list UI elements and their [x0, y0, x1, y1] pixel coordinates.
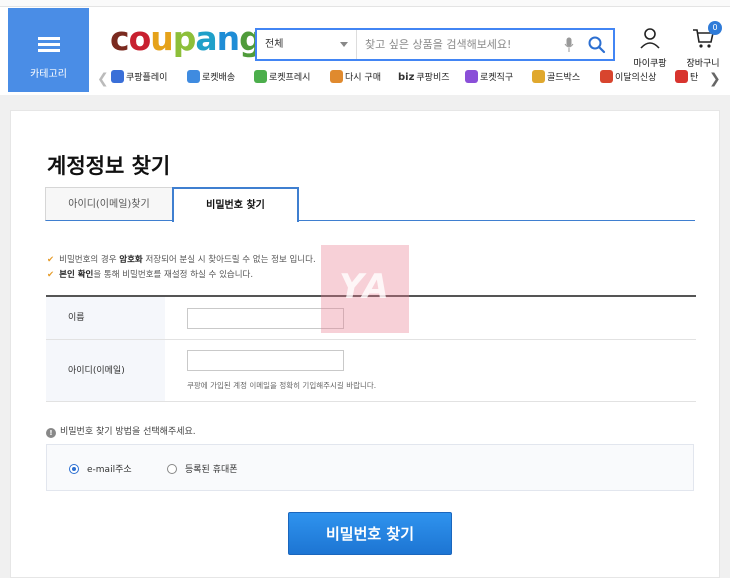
top-utility-bar [0, 0, 730, 7]
category-menu-button[interactable]: 카테고리 [8, 8, 89, 92]
quicklink-label: 탄 [690, 73, 699, 83]
percent-icon [675, 70, 688, 83]
quicklink-label: 로켓직구 [480, 73, 514, 83]
method-options: e-mail주소 등록된 휴대폰 [46, 444, 694, 491]
quicklink-item[interactable]: 탄 [675, 70, 698, 83]
name-field-label: 이름 [46, 297, 165, 339]
rocket-fresh-icon [254, 70, 267, 83]
logo-letter: o [128, 19, 152, 58]
notice-emphasis: 암호화 [119, 255, 143, 265]
radio-selected-icon [69, 464, 79, 474]
hamburger-icon [38, 37, 60, 52]
radio-email-label: e-mail주소 [87, 465, 132, 475]
quicklink-label: 쿠팡플레이 [126, 73, 168, 83]
watermark-text: YA [339, 267, 391, 307]
quicklink-label: 로켓프레시 [269, 73, 311, 83]
check-icon: ✔ [47, 270, 55, 280]
page-title: 계정정보 찾기 [47, 154, 171, 178]
watermark-stamp: YA [321, 245, 409, 333]
rocket-icon [187, 70, 200, 83]
check-icon: ✔ [47, 255, 55, 265]
quicklink-item[interactable]: 골드박스 [532, 70, 580, 83]
quicklink-label: 골드박스 [547, 73, 581, 83]
quicklink-item[interactable]: biz 쿠팡비즈 [398, 70, 450, 83]
search-input[interactable] [365, 30, 555, 59]
notice-emphasis: 본인 확인 [59, 270, 94, 280]
mycoupang-link[interactable]: 마이쿠팡 [630, 27, 670, 69]
logo-letter: u [150, 19, 173, 58]
notice-text: 을 통해 비밀번호를 재설정 하실 수 있습니다. [93, 270, 254, 280]
find-password-button[interactable]: 비밀번호 찾기 [288, 512, 452, 555]
quicklink-item[interactable]: 다시 구매 [330, 70, 381, 83]
microphone-icon[interactable] [564, 37, 574, 53]
chevron-right-icon[interactable]: ❯ [709, 71, 721, 87]
quicklink-label: 로켓배송 [202, 73, 236, 83]
search-category-select[interactable]: 전체 [257, 30, 357, 59]
house-icon [330, 70, 343, 83]
chevron-down-icon [340, 42, 348, 47]
quicklink-item[interactable]: 로켓직구 [465, 70, 513, 83]
site-header: 카테고리 coupang 전체 마이쿠팡 0 장바구 [0, 7, 730, 95]
chevron-left-icon[interactable]: ❮ [97, 71, 109, 87]
logo-letter: p [172, 19, 197, 58]
search-category-value: 전체 [265, 39, 284, 50]
form-row-email: 아이디(이메일) 쿠팡에 가입된 계정 이메일을 정확히 기입해주시길 바랍니다… [46, 340, 696, 402]
category-label: 카테고리 [30, 69, 67, 80]
quicklink-item[interactable]: 쿠팡플레이 [111, 70, 167, 83]
cart-link[interactable]: 0 장바구니 [683, 21, 723, 69]
radio-phone-label: 등록된 휴대폰 [185, 465, 238, 475]
quicklink-label: 이달의신상 [615, 73, 657, 83]
radio-unselected-icon [167, 464, 177, 474]
user-icon [640, 28, 660, 49]
email-field[interactable] [187, 350, 344, 371]
email-field-label: 아이디(이메일) [46, 340, 165, 401]
quicklink-item[interactable]: 로켓배송 [187, 70, 235, 83]
notice-line-1: ✔ 비밀번호의 경우 암호화 저장되어 분실 시 찾아드릴 수 없는 정보 입니다… [47, 253, 316, 265]
logo-letter: n [216, 19, 240, 58]
logo-letter: c [110, 19, 130, 58]
radio-phone[interactable]: 등록된 휴대폰 [167, 462, 238, 475]
email-field-hint: 쿠팡에 가입된 계정 이메일을 정확히 기입해주시길 바랍니다. [187, 381, 377, 390]
quick-links-bar: ❮ ❯ 쿠팡플레이 로켓배송 로켓프레시 다시 구매 biz 쿠팡비즈 로켓직구 골드박스 이달… [97, 68, 730, 90]
quicklink-label: 다시 구매 [345, 73, 381, 83]
method-prompt: ! 비밀번호 찾기 방법을 선택해주세요. [46, 424, 196, 438]
notice-line-2: ✔ 본인 확인을 통해 비밀번호를 재설정 하실 수 있습니다. [47, 268, 253, 280]
globe-icon [465, 70, 478, 83]
gift-icon [532, 70, 545, 83]
quicklink-item[interactable]: 이달의신상 [600, 70, 656, 83]
notice-text: 저장되어 분실 시 찾아드릴 수 없는 정보 입니다. [142, 255, 316, 265]
coupang-logo[interactable]: coupang [110, 19, 263, 59]
logo-letter: a [195, 19, 217, 58]
radio-email[interactable]: e-mail주소 [69, 462, 132, 475]
search-icon[interactable] [587, 35, 607, 55]
quicklink-item[interactable]: 로켓프레시 [254, 70, 310, 83]
quicklink-label: 쿠팡비즈 [416, 73, 450, 83]
biz-icon: biz [398, 72, 415, 83]
new-icon [600, 70, 613, 83]
method-prompt-text: 비밀번호 찾기 방법을 선택해주세요. [60, 427, 196, 437]
search-bar: 전체 [255, 28, 615, 61]
tab-find-password[interactable]: 비밀번호 찾기 [172, 187, 299, 222]
tab-find-id[interactable]: 아이디(이메일)찾기 [45, 187, 173, 221]
notice-text: 비밀번호의 경우 [59, 255, 120, 265]
cart-count-badge: 0 [708, 21, 722, 35]
info-icon: ! [46, 428, 56, 438]
tab-underline [299, 220, 695, 221]
play-icon [111, 70, 124, 83]
